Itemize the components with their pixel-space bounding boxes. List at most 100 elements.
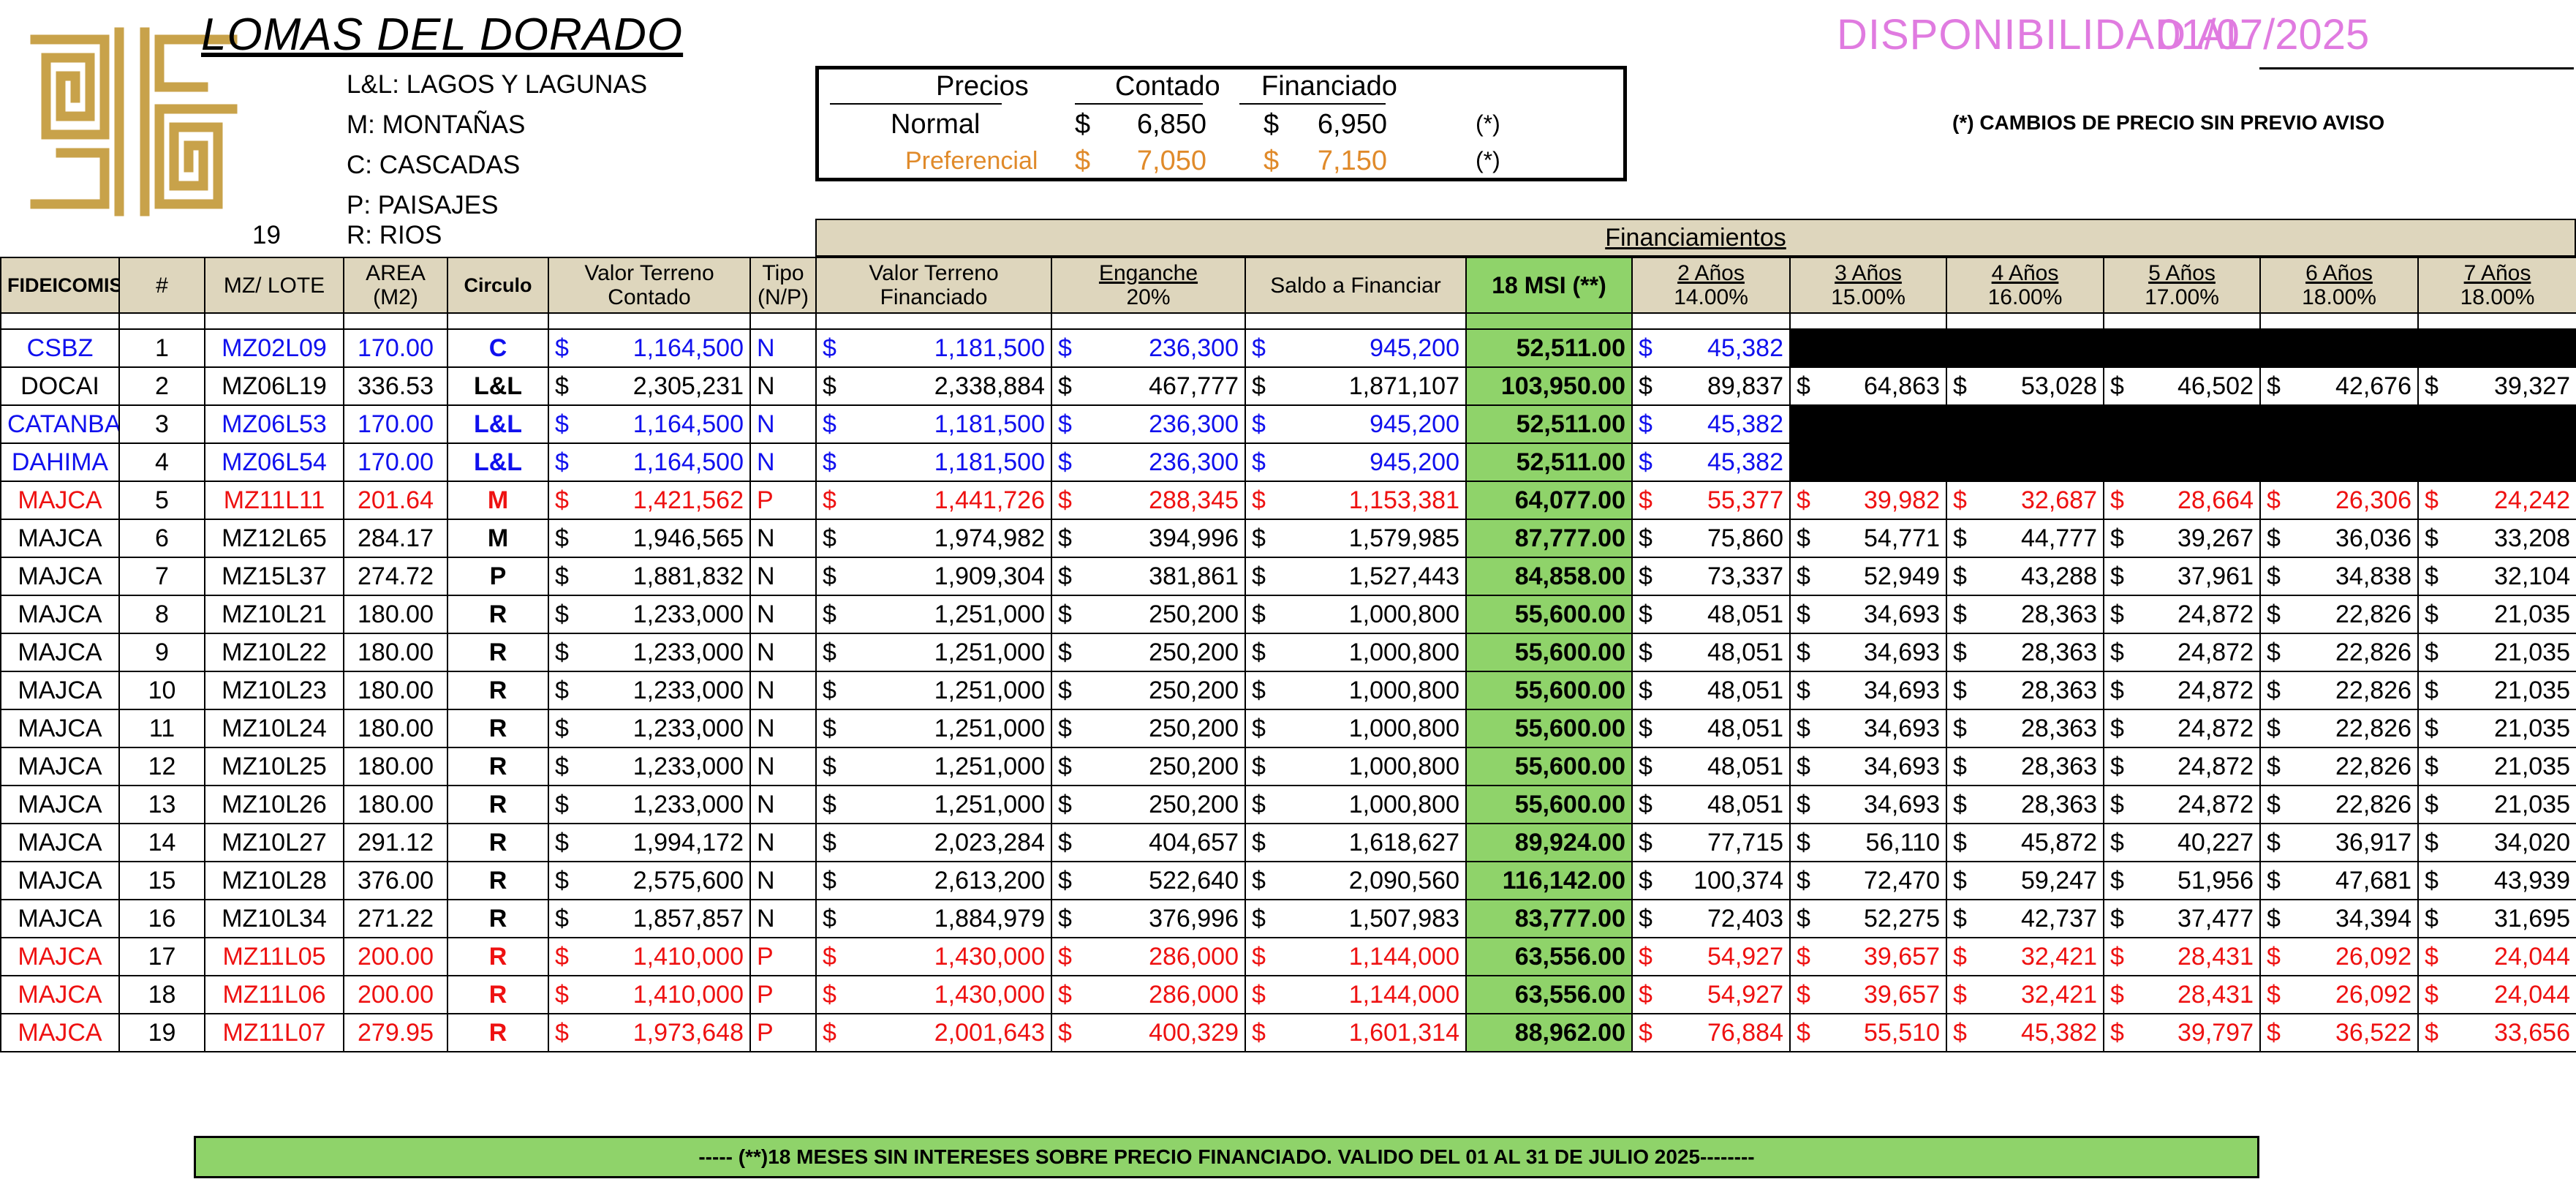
cell-vt-financiado: $1,441,726 [815, 481, 1052, 520]
currency-sign: $ [1058, 676, 1072, 704]
cell-saldo: $1,144,000 [1244, 937, 1467, 976]
currency-sign: $ [1058, 790, 1072, 818]
cell-year-2: $76,884 [1631, 1013, 1791, 1052]
cell-num: 5 [118, 481, 205, 520]
cell-year-5: $28,431 [2103, 975, 2261, 1014]
preferencial-financiado: 7,150 [1317, 146, 1387, 176]
cell-fideicomiso: MAJCA [0, 557, 120, 596]
cell-lote: MZ11L11 [204, 481, 344, 520]
cell-msi: 116,142.00 [1465, 861, 1633, 900]
col-circulo: Circulo [447, 257, 549, 314]
currency-sign: $ [2425, 980, 2439, 1009]
col-vt-financiado: Valor Terreno Financiado [815, 257, 1052, 314]
cell-msi: 55,600.00 [1465, 633, 1633, 672]
currency-sign: $ [1058, 334, 1072, 362]
col-year-3: 3 Años 15.00% [1789, 257, 1947, 314]
currency-sign: $ [1058, 638, 1072, 666]
currency-sign: $ [2267, 942, 2281, 971]
cell-num: 3 [118, 404, 205, 444]
cell-area: 200.00 [343, 975, 448, 1014]
cell-circulo: R [447, 975, 549, 1014]
currency-sign: $ [1058, 524, 1072, 552]
currency-sign: $ [2425, 372, 2439, 400]
currency-sign: $ [2110, 752, 2124, 780]
cell-tipo: N [749, 899, 817, 938]
cell-msi: 52,511.00 [1465, 442, 1633, 482]
currency-sign: $ [1252, 638, 1266, 666]
table-row: DAHIMA 4 MZ06L54 170.00 L&L $1,164,500 N $1,181… [0, 442, 2576, 482]
cell-year-5: $28,664 [2103, 481, 2261, 520]
cell-enganche: $250,200 [1051, 633, 1246, 672]
currency-sign: $ [2267, 980, 2281, 1009]
cell-vt-contado: $1,164,500 [548, 442, 751, 482]
cell-tipo: N [749, 747, 817, 786]
cell-year-5: $28,431 [2103, 937, 2261, 976]
cell-vt-contado: $1,233,000 [548, 633, 751, 672]
currency-sign: $ [2110, 372, 2124, 400]
currency-sign: $ [1639, 790, 1653, 818]
table-row: DOCAI 2 MZ06L19 336.53 L&L $2,305,231 N $2,338,… [0, 366, 2576, 406]
normal-label: Normal [891, 109, 981, 140]
currency-sign: $ [555, 752, 569, 780]
cell-msi: 55,600.00 [1465, 747, 1633, 786]
currency-sign: $ [555, 562, 569, 590]
normal-financiado: 6,950 [1317, 109, 1387, 140]
currency-sign: $ [1058, 752, 1072, 780]
cell-year-4: $53,028 [1946, 366, 2104, 406]
cell-saldo: $1,000,800 [1244, 595, 1467, 634]
currency-sign: $ [1252, 866, 1266, 894]
cell-lote: MZ10L22 [204, 633, 344, 672]
cell-year-5: $24,872 [2103, 595, 2261, 634]
currency-sign: $ [2425, 1018, 2439, 1047]
cell-year-5: $39,267 [2103, 519, 2261, 558]
currency-sign: $ [2425, 562, 2439, 590]
currency-sign: $ [2110, 942, 2124, 971]
currency-sign: $ [1252, 1018, 1266, 1047]
cell-year-5: $24,872 [2103, 747, 2261, 786]
cell-enganche: $376,996 [1051, 899, 1246, 938]
cell-area: 180.00 [343, 595, 448, 634]
cell-year-2: $75,860 [1631, 519, 1791, 558]
legend-item: C: CASCADAS [347, 151, 521, 179]
cell-circulo: R [447, 899, 549, 938]
cell-num: 12 [118, 747, 205, 786]
cell-fideicomiso: CSBZ [0, 328, 120, 368]
currency-sign: $ [823, 524, 836, 552]
availability-date: 01/07/2025 [2157, 11, 2370, 59]
cell-msi: 84,858.00 [1465, 557, 1633, 596]
cell-year-4: $28,363 [1946, 633, 2104, 672]
currency-sign: $ [1058, 448, 1072, 476]
cell-vt-contado: $1,233,000 [548, 785, 751, 824]
unavailable-block [1789, 404, 2576, 444]
currency-sign: $ [555, 486, 569, 514]
currency-sign: $ [555, 980, 569, 1009]
cell-saldo: $945,200 [1244, 328, 1467, 368]
currency-sign: $ [1797, 562, 1810, 590]
preferencial-contado: 7,050 [1136, 146, 1206, 176]
cell-lote: MZ02L09 [204, 328, 344, 368]
currency-sign: $ [555, 600, 569, 628]
cell-year-6: $22,826 [2259, 595, 2419, 634]
currency-sign: $ [1252, 828, 1266, 856]
cell-year-7: $21,035 [2417, 633, 2576, 672]
currency-sign: $ [1252, 714, 1266, 742]
currency-sign: $ [1797, 372, 1810, 400]
cell-vt-financiado: $1,974,982 [815, 519, 1052, 558]
cell-year-7: $21,035 [2417, 747, 2576, 786]
currency-sign: $ [1639, 904, 1653, 933]
cell-vt-contado: $1,421,562 [548, 481, 751, 520]
table-header-row: FIDEICOMISO # MZ/ LOTE AREA(M2) Circulo … [0, 257, 2576, 314]
cell-saldo: $1,601,314 [1244, 1013, 1467, 1052]
currency-sign: $ [1252, 980, 1266, 1009]
cell-num: 16 [118, 899, 205, 938]
cell-msi: 55,600.00 [1465, 671, 1633, 710]
currency-sign: $ [1058, 486, 1072, 514]
cell-saldo: $1,000,800 [1244, 785, 1467, 824]
cell-saldo: $945,200 [1244, 404, 1467, 444]
currency-sign: $ [2110, 676, 2124, 704]
cell-tipo: N [749, 633, 817, 672]
cell-vt-financiado: $1,181,500 [815, 404, 1052, 444]
currency-sign: $ [1639, 486, 1653, 514]
cell-msi: 63,556.00 [1465, 937, 1633, 976]
col-vt-contado: Valor Terreno Contado [548, 257, 751, 314]
